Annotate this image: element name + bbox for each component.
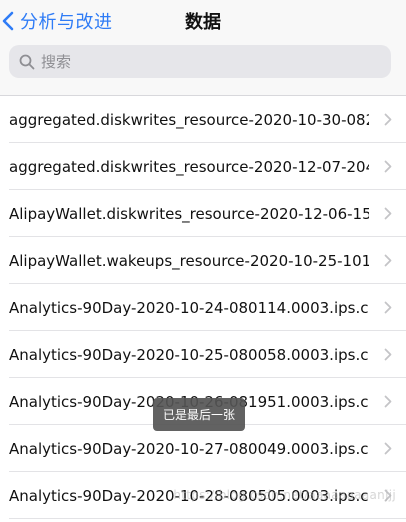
search-placeholder: 搜索 bbox=[41, 53, 72, 71]
list-item-label: Analytics-90Day-2020-10-25-080058.0003.i… bbox=[9, 345, 369, 364]
chevron-right-icon bbox=[384, 301, 392, 314]
list-item-label: Analytics-90Day-2020-10-24-080114.0003.i… bbox=[9, 298, 369, 317]
chevron-right-icon bbox=[384, 348, 392, 361]
list-item-label: aggregated.diskwrites_resource-2020-10-3… bbox=[9, 110, 369, 129]
chevron-right-icon bbox=[384, 395, 392, 408]
page-title: 数据 bbox=[185, 12, 221, 33]
search-input[interactable]: 搜索 bbox=[9, 45, 391, 78]
chevron-right-icon bbox=[384, 113, 392, 126]
watermark: https://blog.csdn.net/aaaaaaaaanjjj bbox=[173, 488, 396, 502]
list-item[interactable]: aggregated.diskwrites_resource-2020-12-0… bbox=[0, 143, 406, 190]
chevron-right-icon bbox=[384, 207, 392, 220]
chevron-right-icon bbox=[384, 442, 392, 455]
list-item-label: Analytics-90Day-2020-10-27-080049.0003.i… bbox=[9, 439, 369, 458]
list-item[interactable]: AlipayWallet.diskwrites_resource-2020-12… bbox=[0, 190, 406, 237]
search-icon bbox=[19, 54, 35, 69]
list-item[interactable]: aggregated.diskwrites_resource-2020-10-3… bbox=[0, 96, 406, 143]
list-item-label: AlipayWallet.diskwrites_resource-2020-12… bbox=[9, 204, 369, 223]
toast-message: 已是最后一张 bbox=[153, 398, 245, 431]
list-item[interactable]: AlipayWallet.wakeups_resource-2020-10-25… bbox=[0, 237, 406, 284]
chevron-right-icon bbox=[384, 254, 392, 267]
list-item-label: AlipayWallet.wakeups_resource-2020-10-25… bbox=[9, 251, 369, 270]
list-item[interactable]: Analytics-90Day-2020-10-25-080058.0003.i… bbox=[0, 331, 406, 378]
file-list: aggregated.diskwrites_resource-2020-10-3… bbox=[0, 96, 406, 519]
list-item[interactable]: Analytics-90Day-2020-10-24-080114.0003.i… bbox=[0, 284, 406, 331]
chevron-right-icon bbox=[384, 160, 392, 173]
navigation-header: 分析与改进 数据 搜索 bbox=[0, 0, 406, 96]
list-item[interactable]: Analytics-90Day-2020-10-27-080049.0003.i… bbox=[0, 425, 406, 472]
list-item-label: aggregated.diskwrites_resource-2020-12-0… bbox=[9, 157, 369, 176]
